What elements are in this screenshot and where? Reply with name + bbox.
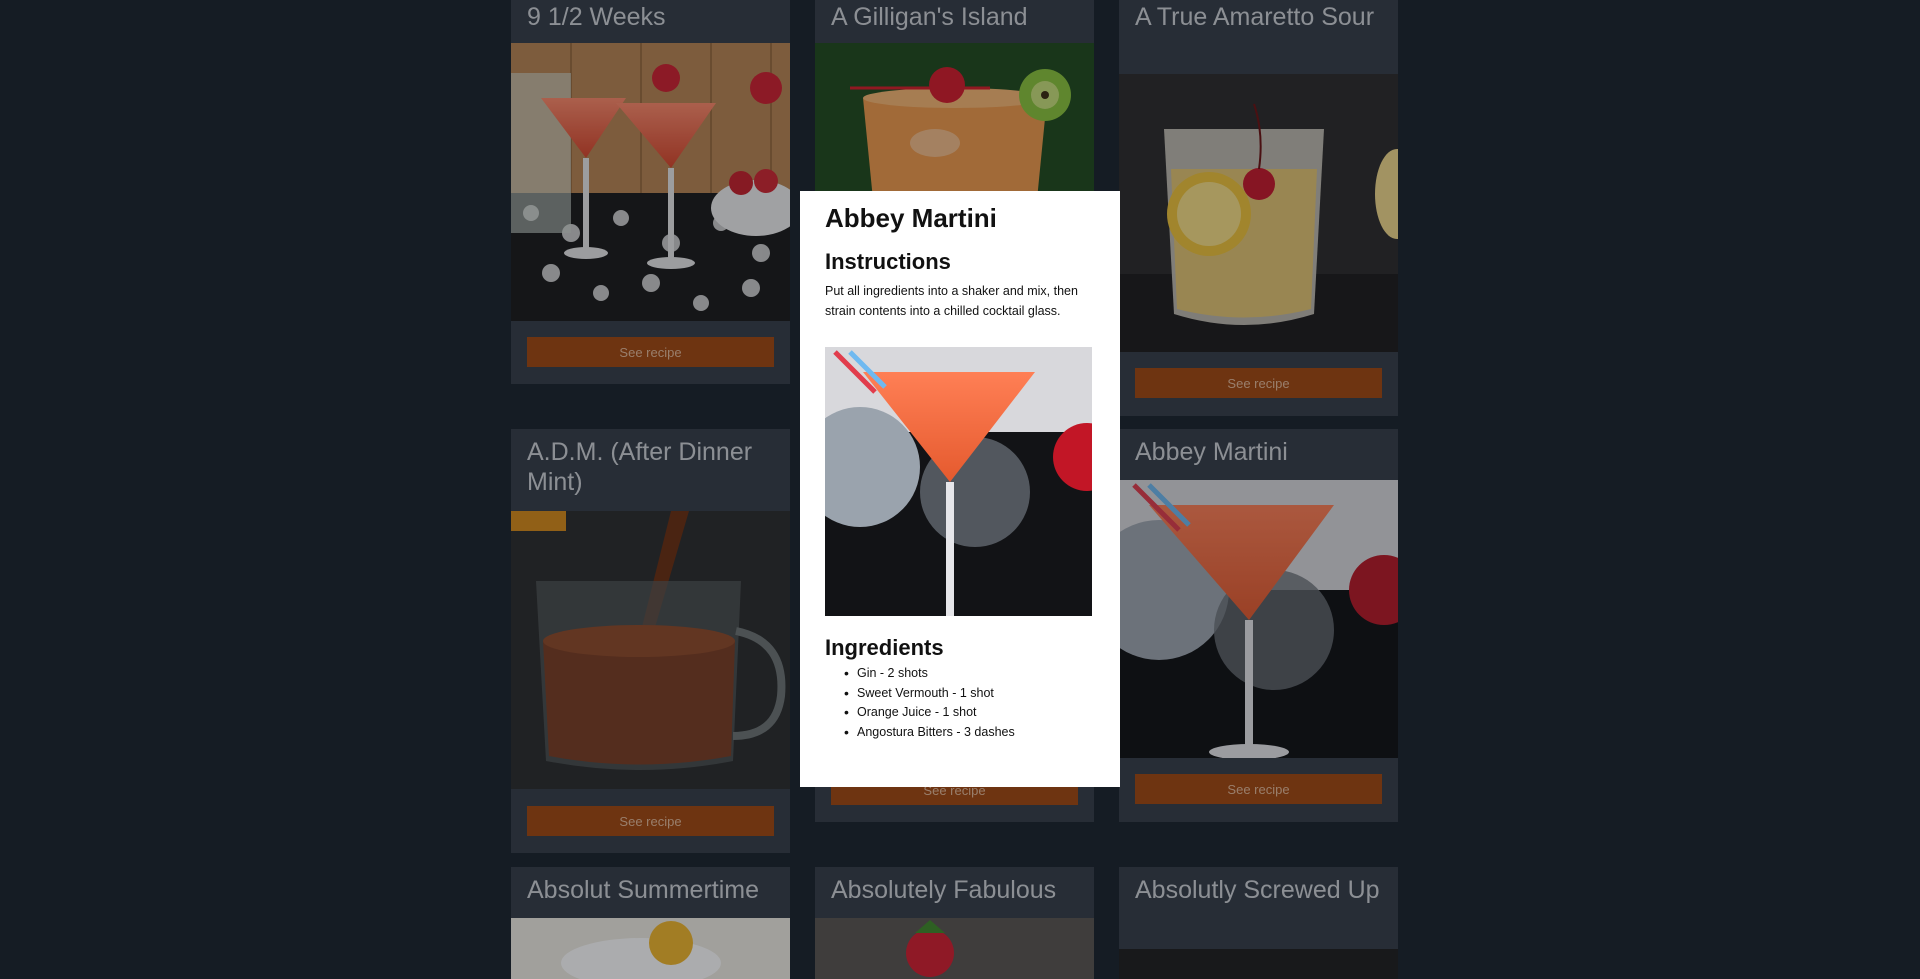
ingredients-heading: Ingredients — [825, 635, 944, 660]
modal-title: Abbey Martini — [825, 203, 997, 233]
recipe-modal: Abbey Martini Instructions Put all ingre… — [800, 191, 1120, 787]
ingredient-item: Orange Juice - 1 shot — [844, 703, 1095, 723]
instructions-text: Put all ingredients into a shaker and mi… — [825, 284, 1078, 318]
instructions-heading: Instructions — [825, 249, 951, 274]
ingredient-item: Gin - 2 shots — [844, 664, 1095, 684]
ingredient-item: Sweet Vermouth - 1 shot — [844, 684, 1095, 704]
cocktail-photo — [825, 347, 1092, 616]
ingredient-item: Angostura Bitters - 3 dashes — [844, 723, 1095, 743]
ingredients-list: Gin - 2 shots Sweet Vermouth - 1 shot Or… — [825, 664, 1095, 742]
